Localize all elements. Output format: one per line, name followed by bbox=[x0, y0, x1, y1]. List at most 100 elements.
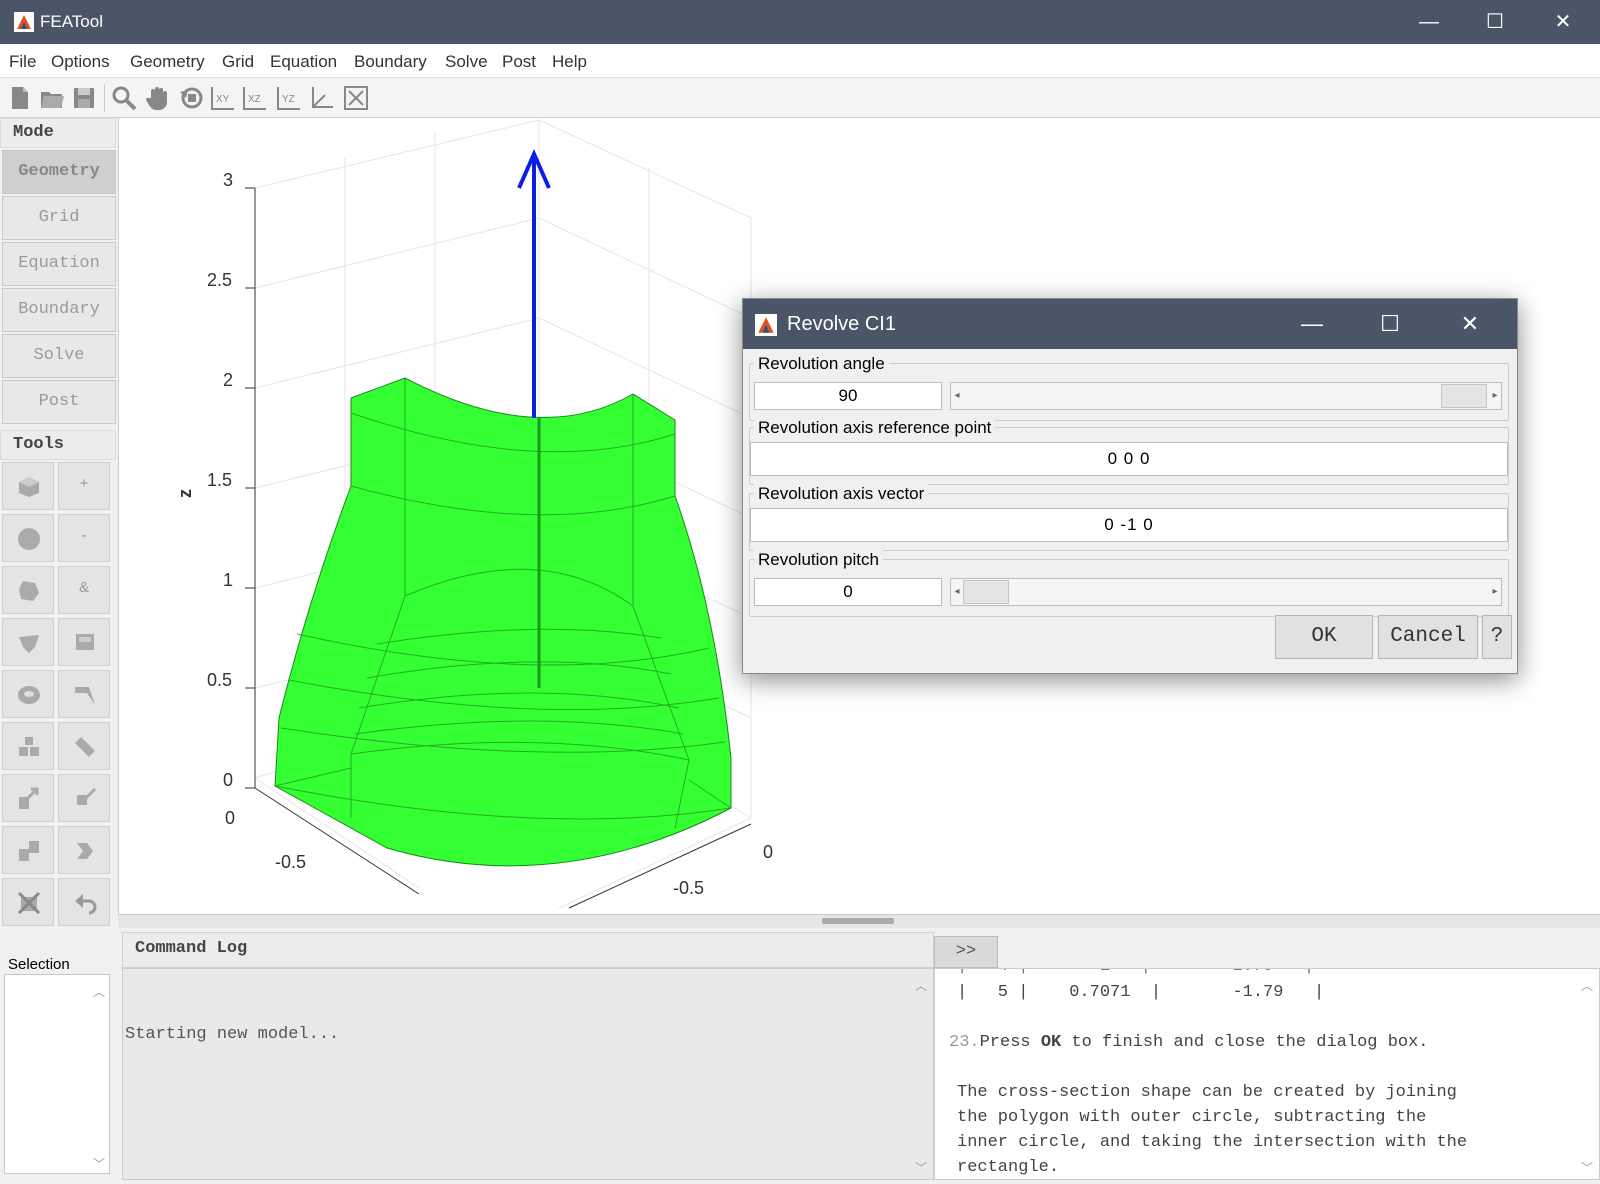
pan-icon[interactable] bbox=[144, 84, 172, 112]
tool-sweep-button[interactable] bbox=[58, 722, 110, 770]
view-xy-icon[interactable]: XY bbox=[208, 84, 236, 112]
mode-boundary-button[interactable]: Boundary bbox=[2, 288, 116, 332]
tool-intersect-button[interactable]: & bbox=[58, 566, 110, 614]
slider-thumb[interactable] bbox=[963, 580, 1009, 604]
z-tick-1: 1 bbox=[223, 570, 233, 590]
tool-cylinder-button[interactable] bbox=[2, 566, 54, 614]
save-icon[interactable] bbox=[70, 84, 98, 112]
window-title: FEATool bbox=[40, 12, 103, 31]
tool-move-button[interactable] bbox=[2, 774, 54, 822]
revolution-pitch-group: Revolution pitch 0 ◂ ▸ bbox=[749, 550, 1509, 617]
cancel-button[interactable]: Cancel bbox=[1378, 615, 1478, 659]
slider-left-arrow-icon[interactable]: ◂ bbox=[951, 383, 963, 409]
menu-file[interactable]: File bbox=[9, 52, 36, 72]
delete-icon bbox=[17, 891, 41, 915]
mode-geometry-button[interactable]: Geometry bbox=[2, 150, 116, 194]
command-log-header: Command Log bbox=[122, 932, 934, 968]
scroll-up-icon[interactable]: ︿ bbox=[93, 983, 105, 1000]
step-text-post: to finish and close the dialog box. bbox=[1061, 1033, 1429, 1052]
step-text-pre: Press bbox=[979, 1033, 1041, 1052]
mode-solve-button[interactable]: Solve bbox=[2, 334, 116, 378]
tutorial-table-row: | 5 | 0.7071 | -1.79 | bbox=[957, 983, 1325, 1002]
dialog-close-button[interactable]: ✕ bbox=[1435, 299, 1505, 349]
view-xz-icon[interactable]: XZ bbox=[240, 84, 268, 112]
axis-vector-input[interactable]: 0 -1 0 bbox=[750, 508, 1508, 542]
step-text-bold: OK bbox=[1040, 1033, 1062, 1052]
rotate-icon[interactable] bbox=[178, 84, 206, 112]
menu-boundary[interactable]: Boundary bbox=[354, 52, 427, 72]
revolution-angle-slider[interactable]: ◂ ▸ bbox=[950, 382, 1502, 410]
reference-point-label: Revolution axis reference point bbox=[754, 418, 996, 438]
dialog-maximize-button[interactable]: ☐ bbox=[1355, 299, 1425, 349]
title-bar: FEATool — ☐ ✕ bbox=[0, 0, 1600, 44]
mode-post-button[interactable]: Post bbox=[2, 380, 116, 424]
tool-extrude-button[interactable] bbox=[58, 618, 110, 666]
tool-cone-button[interactable] bbox=[2, 618, 54, 666]
splitter-handle[interactable] bbox=[822, 918, 894, 924]
z-tick-1.5: 1.5 bbox=[207, 470, 232, 490]
expand-tutorial-button[interactable]: >> bbox=[934, 936, 998, 968]
revolution-pitch-slider[interactable]: ◂ ▸ bbox=[950, 578, 1502, 606]
new-file-icon[interactable] bbox=[6, 84, 34, 112]
revolved-geometry-shape[interactable] bbox=[274, 377, 732, 867]
open-file-icon[interactable] bbox=[38, 84, 66, 112]
command-log-text: Starting new model... bbox=[125, 1025, 340, 1044]
tool-cube-button[interactable] bbox=[2, 462, 54, 510]
tool-rotate-object-button[interactable] bbox=[58, 826, 110, 874]
help-button[interactable]: ? bbox=[1482, 615, 1512, 659]
close-button[interactable]: ✕ bbox=[1530, 0, 1596, 44]
slider-thumb[interactable] bbox=[1441, 384, 1487, 408]
tool-sphere-button[interactable] bbox=[2, 514, 54, 562]
tool-revolve-button[interactable] bbox=[58, 670, 110, 718]
mode-equation-button[interactable]: Equation bbox=[2, 242, 116, 286]
selection-list[interactable]: ︿ ﹀ bbox=[4, 974, 110, 1174]
menu-post[interactable]: Post bbox=[502, 52, 536, 72]
view-3d-icon[interactable] bbox=[308, 84, 336, 112]
tool-copy-button[interactable] bbox=[2, 826, 54, 874]
tool-undo-button[interactable] bbox=[58, 878, 110, 926]
tool-combine-button[interactable] bbox=[2, 722, 54, 770]
slider-right-arrow-icon[interactable]: ▸ bbox=[1489, 383, 1501, 409]
selection-panel: Selection ︿ ﹀ bbox=[0, 952, 118, 1184]
horizontal-splitter[interactable] bbox=[118, 914, 1600, 928]
fit-view-icon[interactable] bbox=[342, 84, 370, 112]
revolution-pitch-input[interactable]: 0 bbox=[754, 578, 942, 606]
dialog-title-bar[interactable]: Revolve CI1 — ☐ ✕ bbox=[743, 299, 1517, 349]
tool-subtract-button[interactable]: - bbox=[58, 514, 110, 562]
scroll-up-icon[interactable]: ︿ bbox=[915, 977, 927, 994]
ok-button[interactable]: OK bbox=[1275, 615, 1373, 659]
union-icon: + bbox=[79, 475, 89, 492]
cone-icon bbox=[19, 635, 39, 653]
scroll-down-icon[interactable]: ﹀ bbox=[1581, 1159, 1593, 1176]
dialog-minimize-button[interactable]: — bbox=[1277, 299, 1347, 349]
zoom-icon[interactable] bbox=[110, 84, 138, 112]
reference-point-input[interactable]: 0 0 0 bbox=[750, 442, 1508, 476]
menu-equation[interactable]: Equation bbox=[270, 52, 337, 72]
tool-delete-button[interactable] bbox=[2, 878, 54, 926]
slider-left-arrow-icon[interactable]: ◂ bbox=[951, 579, 963, 605]
revolution-angle-input[interactable]: 90 bbox=[754, 382, 942, 410]
x-tick-neg-0.5: -0.5 bbox=[275, 852, 306, 872]
y-tick-neg-0.5: -0.5 bbox=[673, 878, 704, 898]
tutorial-panel[interactable]: | 4 | 1 | -1.79 | | 5 | 0.7071 | -1.79 |… bbox=[934, 968, 1600, 1180]
z-axis-label: z bbox=[175, 489, 195, 498]
scroll-down-icon[interactable]: ﹀ bbox=[93, 1155, 105, 1172]
view-yz-icon[interactable]: YZ bbox=[274, 84, 302, 112]
menu-geometry[interactable]: Geometry bbox=[130, 52, 205, 72]
command-log-panel[interactable]: Starting new model... ︿ ﹀ bbox=[122, 968, 934, 1180]
menu-options[interactable]: Options bbox=[51, 52, 110, 72]
tool-scale-button[interactable] bbox=[58, 774, 110, 822]
maximize-button[interactable]: ☐ bbox=[1462, 0, 1528, 44]
revolve-icon bbox=[75, 687, 95, 705]
menu-grid[interactable]: Grid bbox=[222, 52, 254, 72]
featool-logo-icon bbox=[755, 314, 777, 336]
menu-solve[interactable]: Solve bbox=[445, 52, 488, 72]
slider-right-arrow-icon[interactable]: ▸ bbox=[1489, 579, 1501, 605]
mode-grid-button[interactable]: Grid bbox=[2, 196, 116, 240]
scroll-up-icon[interactable]: ︿ bbox=[1581, 977, 1593, 994]
scroll-down-icon[interactable]: ﹀ bbox=[915, 1159, 927, 1176]
menu-help[interactable]: Help bbox=[552, 52, 587, 72]
minimize-button[interactable]: — bbox=[1396, 0, 1462, 44]
tool-torus-button[interactable] bbox=[2, 670, 54, 718]
tool-union-button[interactable]: + bbox=[58, 462, 110, 510]
